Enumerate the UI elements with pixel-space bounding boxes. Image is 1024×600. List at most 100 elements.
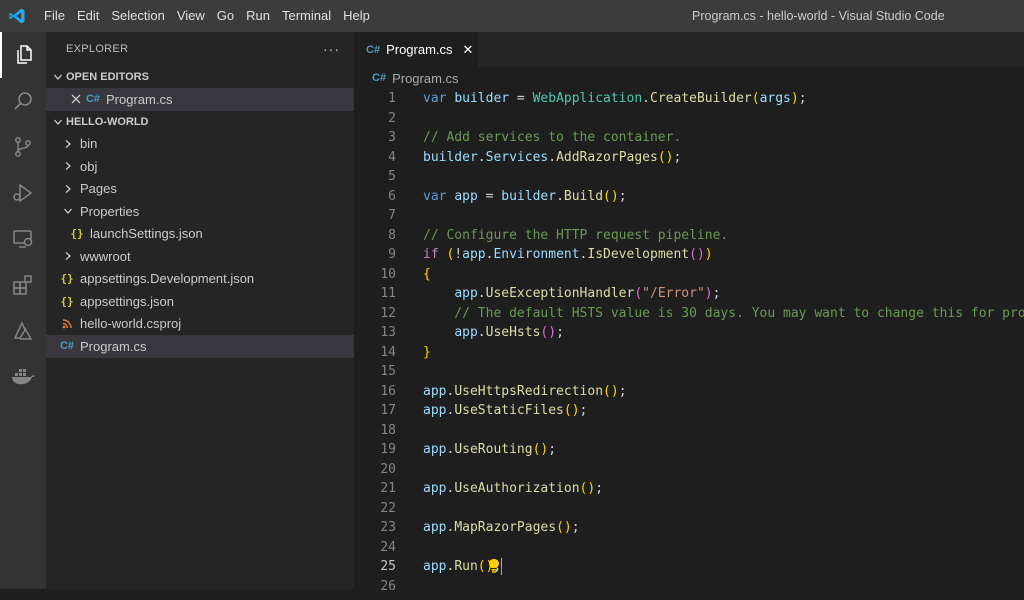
code-line: 26 [354, 577, 1024, 597]
tree-item-csproj[interactable]: hello-world.csproj [46, 313, 354, 336]
workspace-label: HELLO-WORLD [66, 116, 148, 128]
menu-selection[interactable]: Selection [105, 0, 170, 32]
chevron-right-icon [60, 251, 76, 261]
breadcrumb[interactable]: C# Program.cs [354, 67, 1024, 89]
tree-item-appsettings[interactable]: {} appsettings.json [46, 290, 354, 313]
menu-go[interactable]: Go [211, 0, 240, 32]
code-text: // Add services to the container. [423, 128, 681, 148]
explorer-icon[interactable] [0, 32, 46, 78]
code-text: app.Run(); [423, 557, 502, 577]
editor-area: C# Program.cs ✕ C# Program.cs 1var build… [354, 32, 1024, 589]
tree-item-label: Pages [80, 181, 117, 196]
line-number: 13 [354, 323, 396, 343]
json-file-icon: {} [58, 272, 76, 285]
line-number: 26 [354, 577, 396, 597]
line-number: 18 [354, 421, 396, 441]
open-editor-item[interactable]: C# Program.cs [46, 88, 354, 111]
run-debug-icon[interactable] [0, 170, 46, 216]
menu-view[interactable]: View [171, 0, 211, 32]
menu-terminal[interactable]: Terminal [276, 0, 337, 32]
line-number: 14 [354, 343, 396, 363]
tree-item-obj[interactable]: obj [46, 155, 354, 178]
code-line: 7 [354, 206, 1024, 226]
code-text: // Configure the HTTP request pipeline. [423, 226, 728, 246]
code-text: var app = builder.Build(); [423, 187, 627, 207]
code-line: 9 if (!app.Environment.IsDevelopment()) [354, 245, 1024, 265]
tree-item-label: wwwroot [80, 249, 131, 264]
window-title: Program.cs - hello-world - Visual Studio… [692, 0, 945, 32]
code-line: 8// Configure the HTTP request pipeline. [354, 226, 1024, 246]
line-number: 16 [354, 382, 396, 402]
tree-item-label: Program.cs [80, 339, 146, 354]
json-file-icon: {} [58, 295, 76, 308]
menu-file[interactable]: File [38, 0, 71, 32]
azure-icon[interactable] [0, 308, 46, 354]
line-number: 2 [354, 109, 396, 129]
code-line: 18 [354, 421, 1024, 441]
code-line: 13 app.UseHsts(); [354, 323, 1024, 343]
open-editors-label: OPEN EDITORS [66, 71, 149, 83]
close-icon[interactable] [68, 94, 84, 104]
line-number: 22 [354, 499, 396, 519]
line-number: 17 [354, 401, 396, 421]
code-line: 25app.Run(); [354, 557, 1024, 577]
breadcrumb-file[interactable]: Program.cs [392, 71, 458, 86]
code-text: app.UseStaticFiles(); [423, 401, 587, 421]
code-text: if (!app.Environment.IsDevelopment()) [423, 245, 713, 265]
remote-explorer-icon[interactable] [0, 216, 46, 262]
tree-item-program-cs[interactable]: C# Program.cs [46, 335, 354, 358]
line-number: 11 [354, 284, 396, 304]
line-number: 6 [354, 187, 396, 207]
tree-item-wwwroot[interactable]: wwwroot [46, 245, 354, 268]
code-editor[interactable]: 1var builder = WebApplication.CreateBuil… [354, 89, 1024, 596]
menu-run[interactable]: Run [240, 0, 276, 32]
title-bar: File Edit Selection View Go Run Terminal… [0, 0, 1024, 32]
line-number: 5 [354, 167, 396, 187]
line-number: 24 [354, 538, 396, 558]
more-actions-icon[interactable]: ··· [323, 41, 340, 57]
source-control-icon[interactable] [0, 124, 46, 170]
line-number: 19 [354, 440, 396, 460]
code-line: 1var builder = WebApplication.CreateBuil… [354, 89, 1024, 109]
code-line: 15 [354, 362, 1024, 382]
chevron-down-icon [50, 72, 66, 82]
code-text: app.MapRazorPages(); [423, 518, 580, 538]
line-number: 10 [354, 265, 396, 285]
code-line: 22 [354, 499, 1024, 519]
csharp-file-icon: C# [366, 44, 380, 56]
line-number: 4 [354, 148, 396, 168]
tree-item-bin[interactable]: bin [46, 133, 354, 156]
code-line: 11 app.UseExceptionHandler("/Error"); [354, 284, 1024, 304]
code-text: var builder = WebApplication.CreateBuild… [423, 89, 807, 109]
line-number: 12 [354, 304, 396, 324]
line-number: 23 [354, 518, 396, 538]
line-number: 9 [354, 245, 396, 265]
line-number: 21 [354, 479, 396, 499]
code-line: 6 var app = builder.Build(); [354, 187, 1024, 207]
menu-help[interactable]: Help [337, 0, 376, 32]
open-editor-label: Program.cs [106, 92, 172, 107]
tree-item-label: hello-world.csproj [80, 316, 181, 331]
tab-bar: C# Program.cs ✕ [354, 32, 1024, 67]
code-text: app.UseExceptionHandler("/Error"); [423, 284, 720, 304]
search-icon[interactable] [0, 78, 46, 124]
tree-item-appsettings-dev[interactable]: {} appsettings.Development.json [46, 268, 354, 291]
tree-item-properties[interactable]: Properties [46, 200, 354, 223]
code-text: builder.Services.AddRazorPages(); [423, 148, 681, 168]
extensions-icon[interactable] [0, 262, 46, 308]
open-editors-section[interactable]: OPEN EDITORS [46, 66, 354, 88]
menu-edit[interactable]: Edit [71, 0, 105, 32]
tree-item-launchsettings[interactable]: {} launchSettings.json [46, 223, 354, 246]
tree-item-label: bin [80, 136, 97, 151]
workspace-section[interactable]: HELLO-WORLD [46, 111, 354, 133]
line-number: 20 [354, 460, 396, 480]
docker-icon[interactable] [0, 354, 46, 400]
code-line: 17 app.UseStaticFiles(); [354, 401, 1024, 421]
close-icon[interactable]: ✕ [463, 42, 474, 58]
tab-program-cs[interactable]: C# Program.cs ✕ [354, 32, 478, 67]
line-number: 15 [354, 362, 396, 382]
tree-item-pages[interactable]: Pages [46, 178, 354, 201]
code-text: } [423, 343, 431, 363]
explorer-header: EXPLORER ··· [46, 32, 354, 66]
code-text: app.UseHsts(); [423, 323, 564, 343]
